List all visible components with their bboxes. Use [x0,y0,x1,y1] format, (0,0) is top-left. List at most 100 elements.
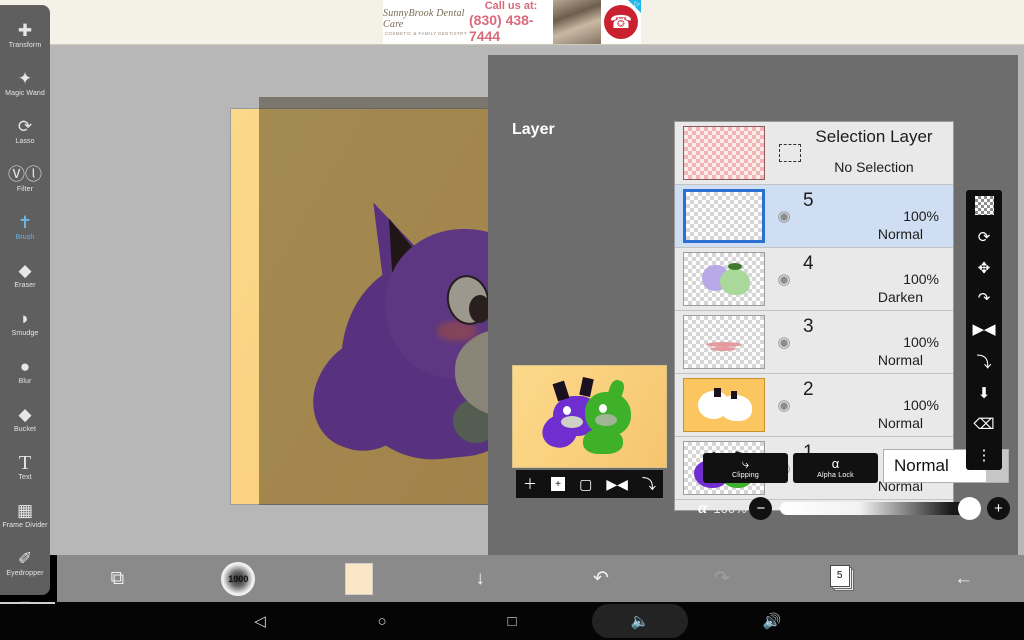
sidebar-item-label: Bucket [14,425,36,433]
layer-name: 3 [803,316,814,337]
selection-layer-thumbnail[interactable] [683,126,765,180]
opacity-increase-button[interactable]: + [987,496,1010,520]
frame-divider-icon: ▦ [16,500,34,520]
opacity-value: 100% [713,500,747,516]
opacity-decrease-button[interactable]: − [749,496,773,520]
sidebar-item-eraser[interactable]: ◆ Eraser [0,251,50,299]
move-button[interactable]: ✥ [978,259,991,277]
sidebar-item-text[interactable]: T Text [0,443,50,491]
sidebar-item-magic-wand[interactable]: ✦ Magic Wand [0,59,50,107]
layer-count-value: 5 [829,564,850,587]
nav-back-icon[interactable]: ◁ [240,602,280,640]
alpha-lock-button[interactable]: α Alpha Lock [793,453,878,483]
sidebar-item-lasso[interactable]: ⟳ Lasso [0,107,50,155]
layer-panel-title: Layer [512,121,555,138]
add-layer-button[interactable]: ＋ [523,474,537,494]
sidebar-item-frame-divider[interactable]: ▦ Frame Divider [0,491,50,539]
sidebar-item-transform[interactable]: ✚ Transform [0,11,50,59]
flip-horizontal-button[interactable]: ▶◀ [972,320,995,338]
nav-recent-apps-icon[interactable]: □ [492,602,532,640]
layer-thumbnail[interactable] [683,189,765,243]
download-button[interactable]: ↓ [420,568,541,590]
sidebar-item-smudge[interactable]: ◗ Smudge [0,299,50,347]
visibility-eye-icon[interactable]: ◉ [771,333,797,351]
sidebar-item-bucket[interactable]: ◆ Bucket [0,395,50,443]
rotate-select-button[interactable]: ⟳ [978,228,991,246]
transparency-checker-button[interactable] [974,196,994,216]
layer-thumbnail[interactable] [683,378,765,432]
rotate-button[interactable]: ↷ [978,289,991,307]
visibility-eye-icon[interactable]: ◉ [771,396,797,414]
current-color-swatch[interactable] [345,562,374,595]
flip-horizontal-button[interactable]: ▶◀ [606,476,628,493]
visibility-eye-icon[interactable]: ◉ [771,207,797,225]
bottom-toolbar: ⧉ 1000 ↓ ↶ ↷ 5 ← [57,555,1024,602]
blur-droplet-icon: ● [19,356,31,376]
selection-layer-status: No Selection [834,159,914,175]
color-swatch-button[interactable] [299,562,420,595]
camera-import-button[interactable]: ▢ [579,476,592,493]
duplicate-layer-button[interactable]: + [551,477,566,491]
smudge-icon: ◗ [19,308,31,328]
layer-opacity: 100% [903,271,939,287]
bucket-icon: ◆ [18,404,32,424]
layer-blend-mode: Normal [877,415,923,431]
sidebar-item-filter[interactable]: Ⓥⓛ Filter [0,155,50,203]
volume-down-icon[interactable]: 🔈 [592,604,688,638]
sidebar-item-blur[interactable]: ● Blur [0,347,50,395]
sidebar-item-eyedropper[interactable]: ✐ Eyedropper [0,539,50,587]
opacity-slider-row[interactable]: α 100% − + [698,493,1010,523]
nav-home-icon[interactable]: ○ [362,602,402,640]
canvas-preview-panel[interactable]: ＋ + ▢ ▶◀ ⤵ [512,365,667,501]
more-options-button[interactable]: ⋮ [977,446,992,464]
alpha-symbol-icon: α [698,498,708,517]
merge-down-button[interactable]: ⬇ [978,384,991,402]
sidebar-item-label: Magic Wand [5,89,45,97]
layer-name: 5 [803,190,814,211]
opacity-slider-track[interactable] [780,496,981,520]
selection-layer-info: Selection Layer No Selection [805,126,949,180]
sidebar-item-label: Frame Divider [2,521,48,529]
redo-button[interactable]: ↷ [661,567,782,590]
flip-vertical-button[interactable]: ⤵ [642,474,656,494]
brush-size-indicator[interactable]: 1000 [221,561,256,596]
brush-size-button[interactable]: 1000 [178,561,299,596]
table-row[interactable]: ◉ 2 100% Normal [675,374,953,437]
ad-content[interactable]: SunnyBrook Dental Care COSMETIC & FAMILY… [383,0,641,44]
marquee-icon [779,144,801,162]
back-button[interactable]: ← [903,568,1024,590]
advertisement-banner[interactable]: SunnyBrook Dental Care COSMETIC & FAMILY… [0,0,1024,45]
sidebar-item-label: Lasso [15,137,35,145]
layer-count-icon[interactable]: 5 [829,564,856,593]
canvas-preview-thumbnail[interactable] [512,365,667,468]
text-icon: T [18,451,32,474]
delete-button[interactable]: ⌫ [973,415,994,433]
opacity-slider-knob[interactable] [958,496,981,520]
selection-layer-row[interactable]: Selection Layer No Selection [675,122,953,185]
progress-indicator [0,602,55,604]
layer-thumbnail[interactable] [683,315,765,369]
layer-meta: 3 100% Normal [797,315,949,369]
filter-fx-icon: Ⓥⓛ [8,164,42,184]
palette-swap-button[interactable]: ⧉ [57,568,178,590]
preview-toolbar[interactable]: ＋ + ▢ ▶◀ ⤵ [516,470,663,498]
undo-button[interactable]: ↶ [541,567,662,590]
brush-size-value: 1000 [228,573,249,584]
sidebar-item-brush[interactable]: ✝ Brush [0,203,50,251]
app-workspace: Layer Selection Layer No Selection ◉ 5 1… [0,45,1024,555]
table-row[interactable]: ◉ 3 100% Normal [675,311,953,374]
layer-thumbnail[interactable] [683,252,765,306]
layer-meta: 4 100% Darken [797,252,949,306]
table-row[interactable]: ◉ 5 100% Normal [675,185,953,248]
visibility-eye-icon[interactable]: ◉ [771,270,797,288]
layer-count-button[interactable]: 5 [782,564,903,593]
layer-opacity: 100% [903,334,939,350]
sidebar-item-label: Transform [8,41,42,49]
table-row[interactable]: ◉ 4 100% Darken [675,248,953,311]
flip-vertical-button[interactable]: ⤵ [976,351,991,372]
clipping-button[interactable]: ⤷ Clipping [703,453,788,483]
layer-blend-mode: Darken [877,289,923,305]
volume-up-icon[interactable]: 🔊 [752,602,792,640]
selection-layer-title: Selection Layer [815,127,933,146]
sidebar-item-label: Smudge [11,329,39,337]
